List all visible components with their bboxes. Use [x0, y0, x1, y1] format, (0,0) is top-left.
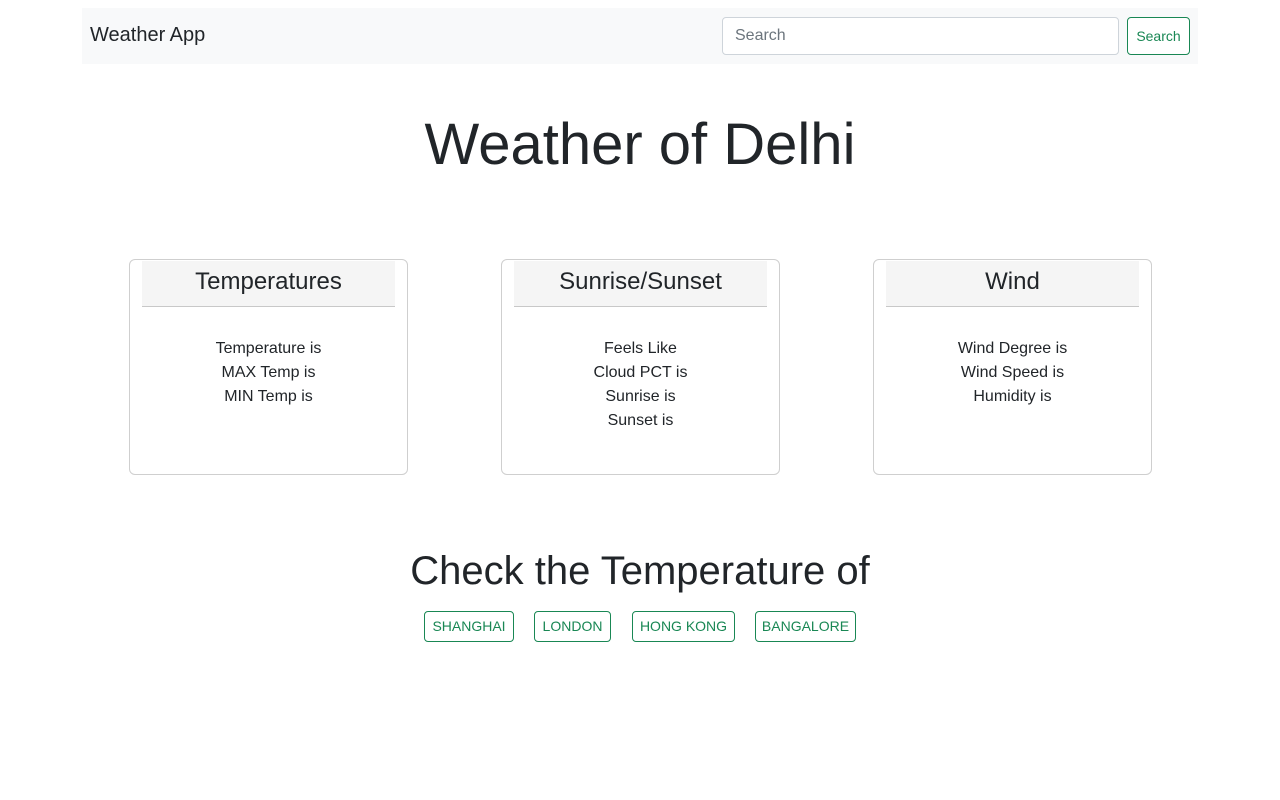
- card-body: Feels Like Cloud PCT is Sunrise is Sunse…: [502, 337, 779, 433]
- city-button-hong-kong[interactable]: Hong Kong: [632, 611, 735, 642]
- card-body: Temperature is MAX Temp is MIN Temp is: [130, 337, 407, 409]
- page-title: Weather of Delhi: [424, 112, 856, 177]
- card-line-wind-degree: Wind Degree is: [957, 340, 1068, 357]
- card-header: Temperatures: [142, 261, 395, 307]
- city-button-london[interactable]: London: [534, 611, 611, 642]
- card-line-min-temp: MIN Temp is: [224, 388, 313, 405]
- cities-heading: Check the Temperature of: [410, 549, 870, 593]
- card-wind: Wind Wind Degree is Wind Speed is Humidi…: [873, 259, 1152, 475]
- card-line-humidity: Humidity is: [973, 388, 1052, 405]
- city-button-bangalore[interactable]: Bangalore: [755, 611, 856, 642]
- brand-title[interactable]: Weather App: [90, 23, 205, 47]
- card-line-wind-speed: Wind Speed is: [960, 364, 1065, 381]
- card-line-max-temp: MAX Temp is: [221, 364, 316, 381]
- card-line-temperature: Temperature is: [215, 340, 322, 357]
- search-input[interactable]: [722, 17, 1119, 55]
- card-body: Wind Degree is Wind Speed is Humidity is: [874, 337, 1151, 409]
- search-button[interactable]: Search: [1127, 17, 1190, 55]
- card-line-cloud-pct: Cloud PCT is: [593, 364, 688, 381]
- card-header: Sunrise/Sunset: [514, 261, 767, 307]
- card-line-sunrise: Sunrise is: [605, 388, 676, 405]
- navbar: Weather App Search: [82, 8, 1198, 64]
- card-line-sunset: Sunset is: [607, 412, 674, 429]
- card-sunrise-sunset: Sunrise/Sunset Feels Like Cloud PCT is S…: [501, 259, 780, 475]
- card-line-feels-like: Feels Like: [604, 340, 677, 357]
- city-button-shanghai[interactable]: Shanghai: [424, 611, 514, 642]
- card-temperatures: Temperatures Temperature is MAX Temp is …: [129, 259, 408, 475]
- card-header: Wind: [886, 261, 1139, 307]
